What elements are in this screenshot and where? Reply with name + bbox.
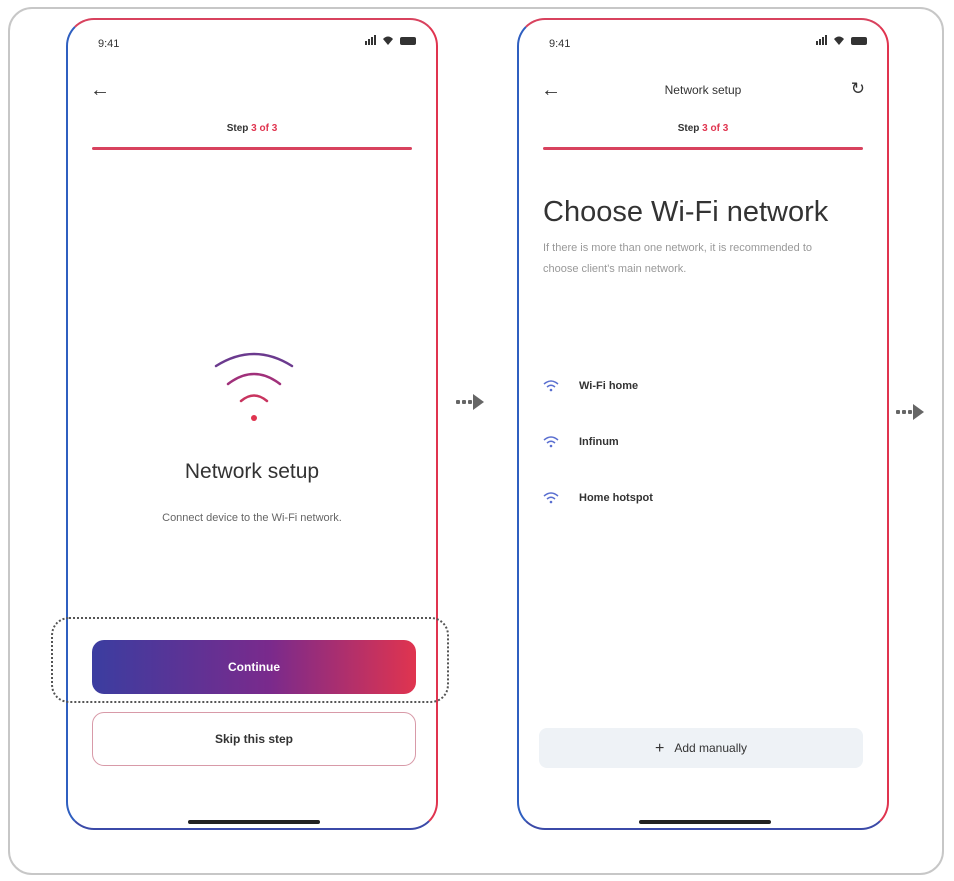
network-list: Wi-Fi home Infinum Home hotspot	[543, 358, 653, 526]
network-item[interactable]: Home hotspot	[543, 470, 653, 526]
status-icons	[816, 35, 867, 45]
highlight-outline	[51, 617, 449, 703]
flow-arrow	[456, 394, 484, 410]
page-subtitle: If there is more than one network, it is…	[543, 242, 813, 275]
network-item[interactable]: Infinum	[543, 414, 653, 470]
plus-icon: +	[654, 740, 665, 757]
battery-icon	[851, 37, 867, 45]
refresh-icon[interactable]: ↻	[851, 80, 865, 97]
wifi-icon	[543, 436, 559, 448]
wifi-status-icon	[834, 36, 844, 45]
home-indicator	[188, 820, 320, 824]
home-indicator	[639, 820, 771, 824]
network-name: Infinum	[579, 436, 619, 448]
add-manually-button[interactable]: + Add manually	[539, 728, 863, 768]
progress-bar	[543, 147, 863, 150]
progress-bar	[92, 147, 412, 150]
status-time: 9:41	[549, 38, 571, 50]
network-name: Wi-Fi home	[579, 380, 639, 392]
wifi-icon	[543, 380, 559, 392]
page-title: Network setup	[184, 460, 320, 483]
wifi-icon	[214, 352, 294, 421]
skip-step-button[interactable]: Skip this step	[92, 712, 416, 766]
signal-icon	[365, 35, 376, 45]
step-indicator: Step 3 of 3	[677, 123, 729, 134]
network-item[interactable]: Wi-Fi home	[543, 358, 653, 414]
add-manually-label: Add manually	[674, 741, 748, 755]
wifi-icon	[543, 492, 559, 504]
battery-icon	[400, 37, 416, 45]
nav-title: Network setup	[664, 83, 742, 97]
step-indicator: Step 3 of 3	[226, 123, 278, 134]
wifi-status-icon	[383, 36, 393, 45]
network-name: Home hotspot	[579, 492, 653, 504]
phone-screen-network-intro: 9:41 ← Step 3 of 3 Network setup Connect…	[66, 18, 438, 830]
status-time: 9:41	[98, 38, 120, 50]
phone-screen-choose-network: 9:41 ← Network setup ↻ Step 3 of 3 Choos…	[517, 18, 889, 830]
page-title: Choose Wi-Fi network	[543, 196, 829, 228]
flow-arrow	[896, 404, 924, 420]
page-subtitle: Connect device to the Wi-Fi network.	[162, 512, 342, 524]
status-icons	[365, 35, 416, 45]
signal-icon	[816, 35, 827, 45]
back-arrow-icon[interactable]: ←	[90, 80, 110, 100]
